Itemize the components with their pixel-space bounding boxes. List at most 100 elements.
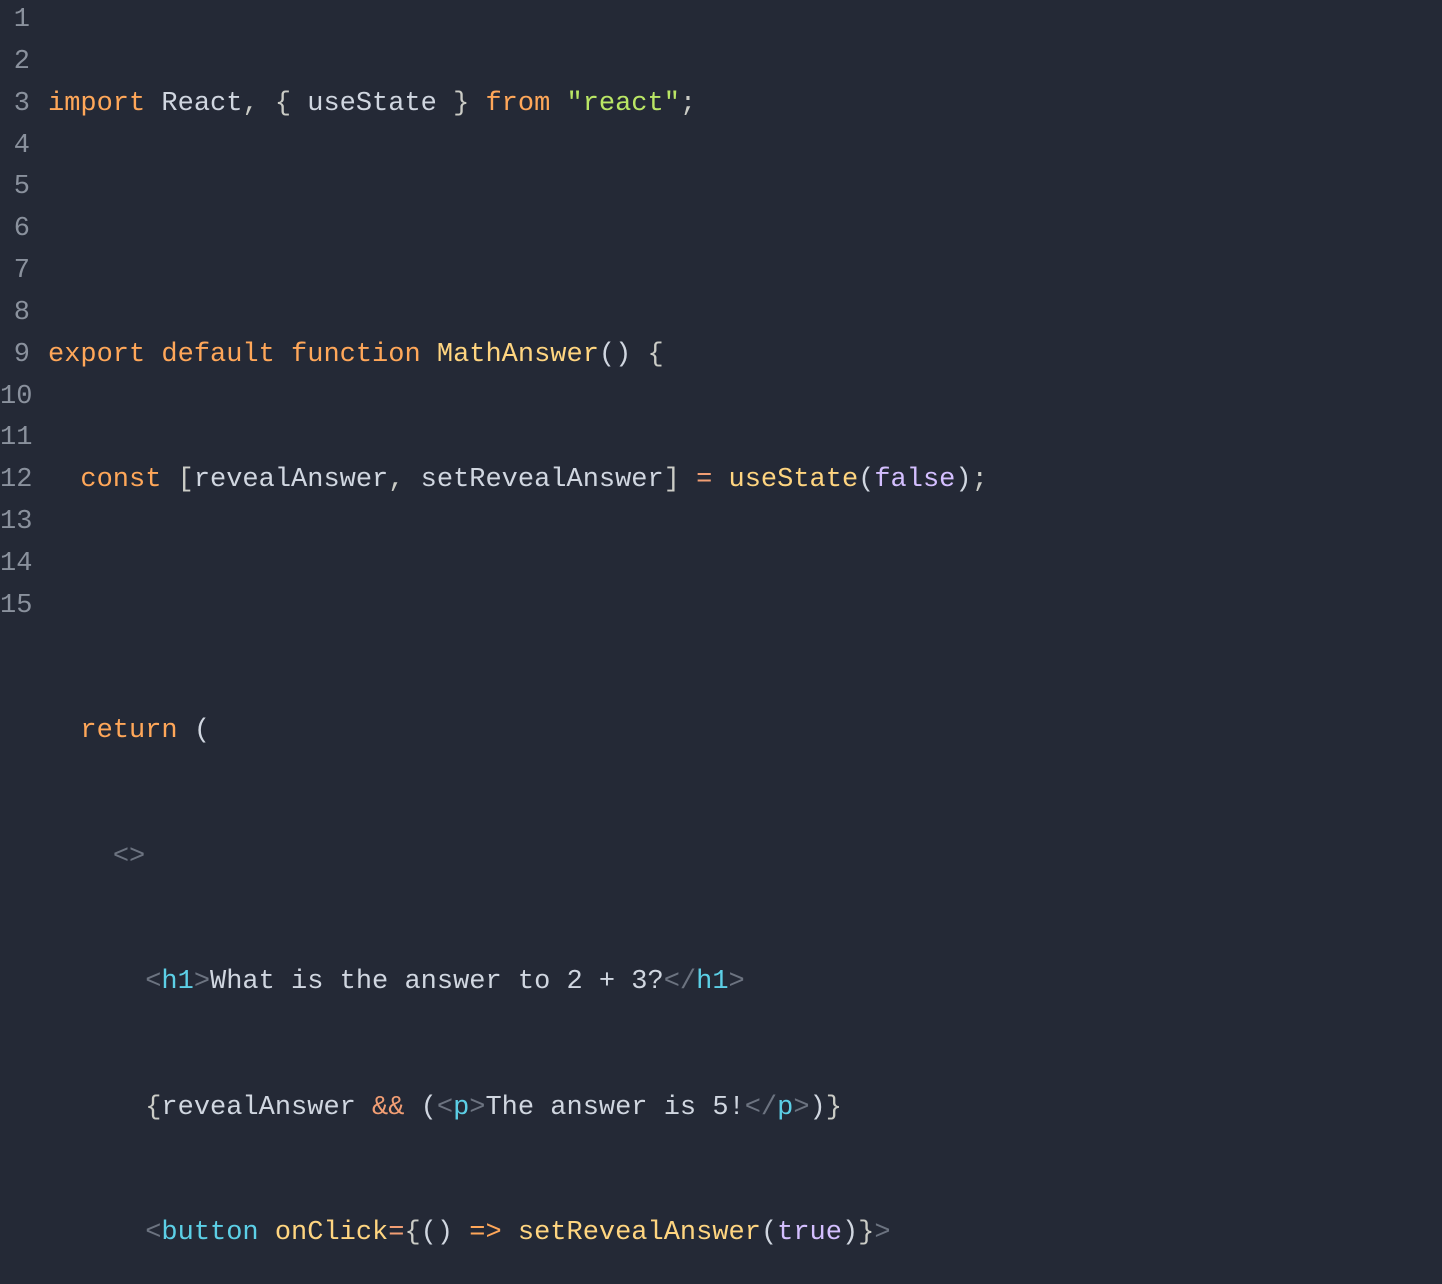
jsx-tag: p [453,1093,469,1123]
jsx-text: The answer is 5! [485,1093,744,1123]
jsx-tag: p [777,1093,793,1123]
code-line: <button onClick={() => setRevealAnswer(t… [48,1213,1442,1255]
punct-paren: ) [842,1218,858,1248]
code-line: const [revealAnswer, setRevealAnswer] = … [48,460,1442,502]
jsx-fragment-open-bracket: < [113,842,129,872]
line-number: 7 [0,251,30,293]
punct-bracket: [ [161,465,193,495]
jsx-attr: onClick [275,1218,388,1248]
line-number: 15 [0,586,30,628]
jsx-brace: { [404,1218,420,1248]
punct-paren: ( [178,716,210,746]
line-number: 14 [0,544,30,586]
line-number: 11 [0,418,30,460]
jsx-angle: > [729,967,745,997]
code-line: import React, { useState } from "react"; [48,84,1442,126]
punct-paren: ) [810,1093,826,1123]
code-line: <h1>What is the answer to 2 + 3?</h1> [48,962,1442,1004]
punct-comma: , [388,465,420,495]
code-line: <> [48,837,1442,879]
arrow-fn: => [453,1218,518,1248]
code-line: export default function MathAnswer() { [48,335,1442,377]
space [259,1218,275,1248]
line-number: 10 [0,377,30,419]
line-number: 9 [0,335,30,377]
code-line-blank [48,586,1442,628]
jsx-tag: h1 [161,967,193,997]
keyword-from: from [485,89,550,119]
code-editor: 1 2 3 4 5 6 7 8 9 10 11 12 13 14 15 impo… [0,0,1442,642]
op-assign: = [388,1218,404,1248]
keyword-default: default [161,340,274,370]
keyword-const: const [80,465,161,495]
line-number: 13 [0,502,30,544]
jsx-angle: </ [664,967,696,997]
punct-paren: ) [437,1218,453,1248]
jsx-angle: > [793,1093,809,1123]
jsx-brace: } [826,1093,842,1123]
line-number: 2 [0,42,30,84]
function-name: MathAnswer [437,340,599,370]
line-number: 3 [0,84,30,126]
keyword-import: import [48,89,145,119]
jsx-tag: button [161,1218,258,1248]
punct-paren: ( [858,465,874,495]
identifier: useState [307,89,437,119]
punct-semicolon: ; [680,89,696,119]
boolean-literal: true [777,1218,842,1248]
boolean-literal: false [874,465,955,495]
line-number: 6 [0,209,30,251]
jsx-angle: > [194,967,210,997]
line-number: 1 [0,0,30,42]
punct-brace: { [259,89,308,119]
op-assign: = [680,465,729,495]
function-call: setRevealAnswer [518,1218,761,1248]
jsx-angle: < [145,967,161,997]
line-number: 12 [0,460,30,502]
jsx-text: What is the answer to 2 + 3? [210,967,664,997]
jsx-angle: </ [745,1093,777,1123]
punct-paren: ) [955,465,971,495]
jsx-angle: > [874,1218,890,1248]
code-line: return ( [48,711,1442,753]
code-line: {revealAnswer && (<p>The answer is 5!</p… [48,1088,1442,1130]
jsx-brace: { [145,1093,161,1123]
punct-brace: { [631,340,663,370]
code-content[interactable]: import React, { useState } from "react";… [40,0,1442,642]
jsx-angle: < [145,1218,161,1248]
jsx-brace: } [858,1218,874,1248]
variable: revealAnswer [161,1093,355,1123]
op-and: && [356,1093,421,1123]
jsx-fragment-close-bracket: > [129,842,145,872]
indent [48,1218,145,1248]
indent [48,967,145,997]
keyword-return: return [80,716,177,746]
variable: setRevealAnswer [421,465,664,495]
keyword-export: export [48,340,145,370]
punct-brace: } [437,89,486,119]
line-number: 4 [0,126,30,168]
line-number-gutter: 1 2 3 4 5 6 7 8 9 10 11 12 13 14 15 [0,0,40,642]
punct-semicolon: ; [972,465,988,495]
punct-parens: () [599,340,631,370]
indent [48,716,80,746]
variable: revealAnswer [194,465,388,495]
function-call: useState [729,465,859,495]
code-line-blank [48,209,1442,251]
keyword-function: function [291,340,421,370]
indent [48,465,80,495]
jsx-tag: h1 [696,967,728,997]
line-number: 8 [0,293,30,335]
punct-paren: ( [421,1093,437,1123]
punct-comma: , [242,89,258,119]
jsx-angle: < [437,1093,453,1123]
identifier: React [161,89,242,119]
string-literal: "react" [567,89,680,119]
punct-paren: ( [761,1218,777,1248]
line-number: 5 [0,167,30,209]
indent [48,1093,145,1123]
jsx-angle: > [469,1093,485,1123]
punct-bracket: ] [664,465,680,495]
indent [48,842,113,872]
punct-paren: ( [421,1218,437,1248]
